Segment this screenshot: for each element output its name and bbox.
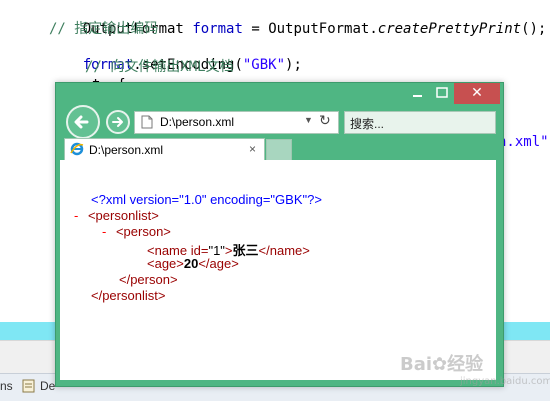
minimize-icon[interactable] xyxy=(406,83,430,104)
file-page-icon xyxy=(140,115,154,129)
collapse-toggle[interactable]: - xyxy=(102,224,106,239)
xml-personlist-open: - <personlist> xyxy=(74,208,159,223)
ide-tab-problems[interactable]: ns xyxy=(0,379,13,393)
forward-arrow-icon xyxy=(112,117,123,127)
address-bar[interactable]: D:\person.xml ▼ ↻ xyxy=(134,111,339,134)
xml-person-open: - <person> xyxy=(102,224,171,239)
forward-button[interactable] xyxy=(106,110,130,134)
watermark-logo: Bai✿经验 xyxy=(400,354,484,375)
code-line-4: // 向文件输出XML文档 xyxy=(85,59,234,75)
xml-viewer: <?xml version="1.0" encoding="GBK"?> - <… xyxy=(60,160,496,380)
browser-window: ✕ D:\person.xml ▼ ↻ 搜索... D:\person.xml … xyxy=(55,82,504,387)
address-text: D:\person.xml xyxy=(160,115,235,129)
xml-person-close: </person> xyxy=(119,272,178,287)
browser-tab[interactable]: D:\person.xml × xyxy=(64,138,265,161)
maximize-icon[interactable] xyxy=(430,83,454,104)
xml-declaration: <?xml version="1.0" encoding="GBK"?> xyxy=(91,192,322,207)
xml-age-element: <age>20</age> xyxy=(147,256,239,271)
collapse-toggle[interactable]: - xyxy=(74,208,78,223)
refresh-icon[interactable]: ↻ xyxy=(319,112,331,129)
close-button[interactable]: ✕ xyxy=(454,83,500,104)
tab-title: D:\person.xml xyxy=(89,143,164,157)
tab-close-icon[interactable]: × xyxy=(249,142,256,156)
chevron-down-icon[interactable]: ▼ xyxy=(304,115,313,125)
code-line-2: // 指定输出编码 xyxy=(49,21,159,37)
ide-tab-declaration[interactable]: De xyxy=(40,379,55,393)
code-fragment-right: n.xml" xyxy=(498,134,549,150)
ie-logo-icon xyxy=(70,142,84,156)
search-box[interactable]: 搜索... xyxy=(344,111,496,134)
xml-personlist-close: </personlist> xyxy=(91,288,166,303)
javadoc-icon xyxy=(22,379,35,393)
back-arrow-icon xyxy=(74,115,89,129)
search-placeholder: 搜索... xyxy=(350,117,385,131)
watermark-url: jingyan.baidu.com xyxy=(460,376,550,387)
back-button[interactable] xyxy=(66,105,100,139)
new-tab-button[interactable] xyxy=(266,139,292,161)
